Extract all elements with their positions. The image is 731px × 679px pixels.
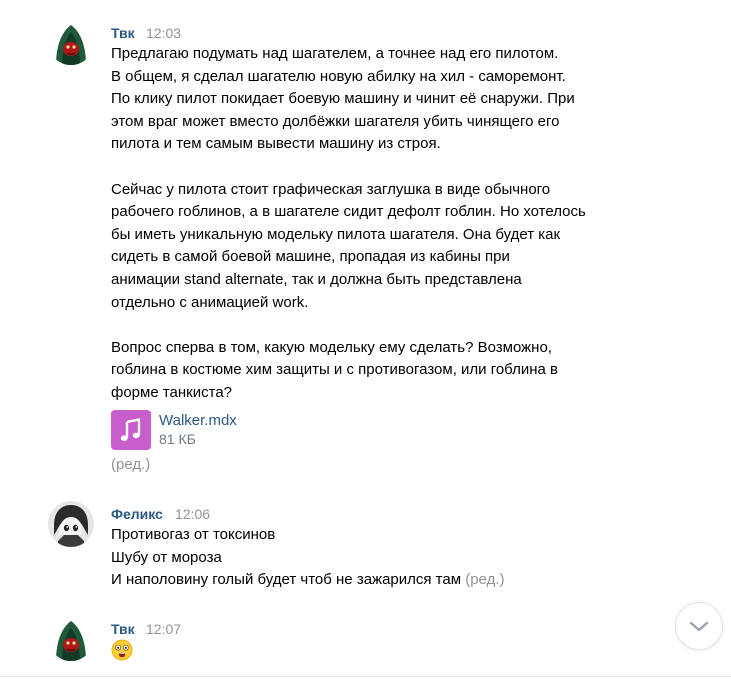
text-line-content: И наполовину голый будет чтоб не зажарил… — [111, 571, 462, 589]
author-name[interactable]: Феликс — [111, 505, 163, 523]
text-line: рабочего гоблинов, а в шагателе сидит де… — [111, 203, 586, 221]
edited-label[interactable]: (ред.) — [465, 571, 504, 588]
divider — [0, 676, 731, 677]
message-text: Предлагаю подумать над шагателем, а точн… — [111, 43, 651, 405]
text-line: В общем, я сделал шагателю новую абилку … — [111, 67, 566, 85]
scroll-down-button[interactable] — [675, 602, 723, 650]
file-attachment[interactable]: Walker.mdx 81 КБ — [111, 410, 311, 450]
file-name-link[interactable]: Walker.mdx — [159, 412, 237, 429]
avatar[interactable] — [48, 615, 94, 661]
text-line: отдельно с анимацией work. — [111, 293, 309, 311]
text-line: этом враг может вместо долбёжки шагателя… — [111, 112, 560, 130]
music-note-icon[interactable] — [111, 410, 151, 450]
text-line: гоблина в костюме хим защиты и с противо… — [111, 361, 558, 379]
text-line: Сейчас у пилота стоит графическая заглуш… — [111, 180, 551, 198]
text-line: Предлагаю подумать над шагателем, а точн… — [111, 45, 559, 62]
text-line: пилота и тем самым вывести машину из стр… — [111, 135, 441, 153]
avatar[interactable] — [48, 19, 94, 65]
message-time[interactable]: 12:03 — [146, 24, 181, 42]
astonished-face-emoji — [111, 639, 133, 661]
text-line: Шубу от мороза — [111, 548, 222, 566]
text-line: Противогаз от токсинов — [111, 526, 276, 543]
chat-history: Твк 12:03 Предлагаю подумать над шагател… — [0, 0, 731, 679]
text-line: бы иметь уникальную модельку пилота шага… — [111, 225, 561, 243]
message-text: Противогаз от токсинов Шубу от мороза И … — [111, 524, 651, 592]
author-name[interactable]: Твк — [111, 24, 135, 42]
message-time[interactable]: 12:07 — [146, 620, 181, 638]
chevron-down-icon — [689, 621, 709, 632]
message-time[interactable]: 12:06 — [175, 505, 210, 523]
text-line: И наполовину голый будет чтоб не зажарил… — [111, 569, 651, 592]
avatar[interactable] — [48, 501, 94, 547]
text-line: анимации stand alternate, так и должна б… — [111, 270, 522, 288]
text-line: Вопрос сперва в том, какую модельку ему … — [111, 338, 552, 356]
file-size: 81 КБ — [159, 431, 196, 447]
text-line: По клику пилот покидает боевую машину и … — [111, 90, 575, 108]
author-name[interactable]: Твк — [111, 620, 135, 638]
edited-label[interactable]: (ред.) — [111, 454, 651, 477]
text-line: форме танкиста? — [111, 383, 233, 401]
text-line: сидеть в самой боевой машине, пропадая и… — [111, 248, 510, 266]
